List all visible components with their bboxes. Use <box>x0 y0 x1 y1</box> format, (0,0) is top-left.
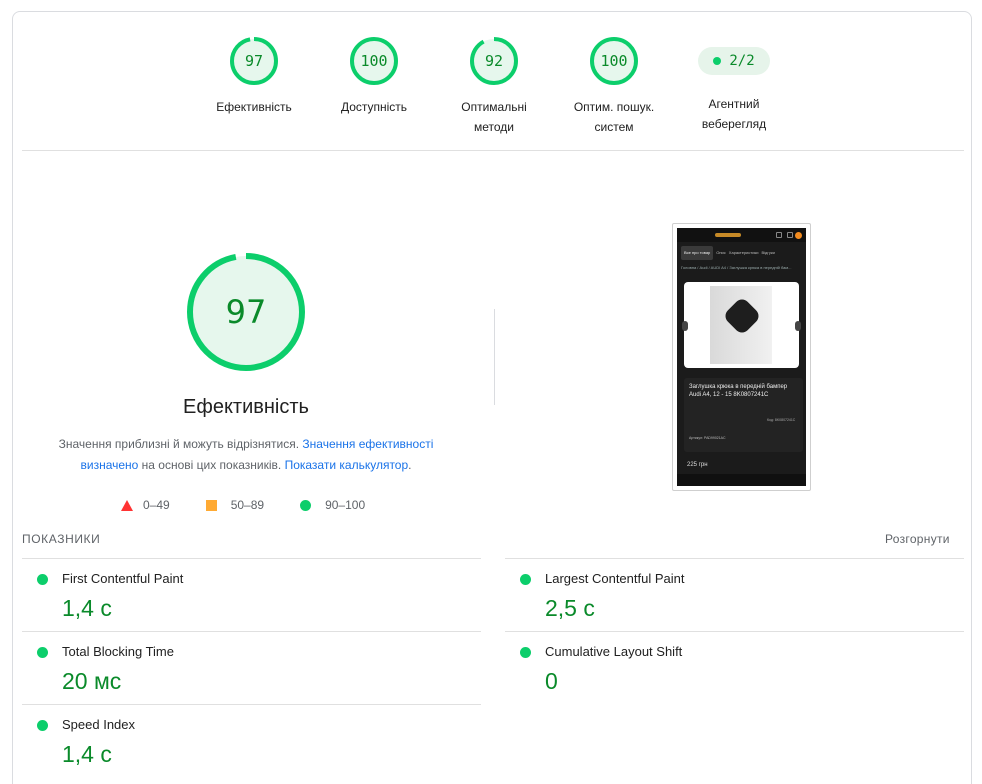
pass-circle-icon <box>37 720 48 731</box>
metric-cls: Cumulative Layout Shift 0 <box>505 631 964 704</box>
gauge-label: Агентний веберегляд <box>701 97 767 131</box>
fail-triangle-icon <box>121 499 133 511</box>
divider <box>22 150 964 151</box>
metric-value: 1,4 с <box>62 595 112 621</box>
pass-circle-icon <box>520 574 531 585</box>
performance-title: Ефективність <box>183 396 309 418</box>
arrow-left-icon <box>682 321 688 331</box>
gauge-score: 100 <box>360 52 388 70</box>
screenshot-breadcrumb: Головна / Audi / AUDI A4 / Заглушка крюк… <box>681 265 792 270</box>
gauge-score: 92 <box>484 52 504 70</box>
product-info: Заглушка крюка в передній бампер Audi A4… <box>684 378 803 452</box>
site-icon <box>776 232 782 238</box>
metric-value: 20 мс <box>62 668 122 694</box>
screenshot-bottom-nav <box>677 474 806 486</box>
gauge-label: Оптимальні методи <box>461 100 527 134</box>
gauge-seo[interactable]: 100 Оптим. пошук. систем <box>554 36 674 137</box>
site-icon <box>787 232 793 238</box>
gauge-agentic-browsing[interactable]: 2/2 Агентний веберегляд <box>674 36 794 134</box>
gauge-label: Ефективність <box>216 100 292 114</box>
metric-name: First Contentful Paint <box>62 571 184 586</box>
metric-name: Speed Index <box>62 717 136 732</box>
gauge-score: 97 <box>244 52 264 70</box>
metrics-header: ПОКАЗНИКИ <box>22 532 101 546</box>
metric-fcp: First Contentful Paint 1,4 с <box>22 558 481 631</box>
gauge-accessibility[interactable]: 100 Доступність <box>314 36 434 117</box>
performance-description: Значення приблизні й можуть відрізнятися… <box>58 437 434 472</box>
gauge-best-practices[interactable]: 92 Оптимальні методи <box>434 36 554 137</box>
metric-name: Total Blocking Time <box>62 644 174 659</box>
cart-icon <box>795 232 802 239</box>
pass-circle-icon <box>37 647 48 658</box>
report-card: 97 Ефективність 100 Доступність 92 Оптим… <box>12 11 972 784</box>
pass-circle-icon <box>300 499 312 511</box>
metric-tbt: Total Blocking Time 20 мс <box>22 631 481 704</box>
vertical-divider <box>494 309 495 405</box>
gauge-label: Доступність <box>340 100 408 114</box>
metric-name: Cumulative Layout Shift <box>545 644 683 659</box>
summary-gauges: 97 Ефективність 100 Доступність 92 Оптим… <box>13 12 973 152</box>
gauge-score: 100 <box>600 52 628 70</box>
metric-si: Speed Index 1,4 с <box>22 704 481 777</box>
average-square-icon <box>205 499 217 511</box>
pass-circle-icon <box>37 574 48 585</box>
agent-badge: 2/2 <box>698 47 770 75</box>
metric-value: 0 <box>545 668 558 694</box>
page-screenshot[interactable]: Все про товар Опис Характеристики Відгук… <box>672 223 811 491</box>
metric-lcp: Largest Contentful Paint 2,5 с <box>505 558 964 631</box>
performance-gauge: 97 <box>185 251 307 373</box>
expand-button[interactable]: Розгорнути <box>885 532 950 546</box>
pass-dot-icon <box>713 57 722 65</box>
screenshot-screen: Все про товар Опис Характеристики Відгук… <box>677 228 806 486</box>
metric-value: 2,5 с <box>545 595 595 621</box>
gauge-label: Оптим. пошук. систем <box>573 100 655 134</box>
metric-name: Largest Contentful Paint <box>545 571 685 586</box>
screenshot-tabs: Все про товар Опис Характеристики Відгук… <box>677 246 806 260</box>
performance-score: 97 <box>225 293 267 331</box>
product-price: 225 грн <box>687 462 708 468</box>
calculator-link[interactable]: Показати калькулятор <box>285 458 409 472</box>
product-image <box>682 282 801 368</box>
pass-circle-icon <box>520 647 531 658</box>
gauge-performance[interactable]: 97 Ефективність <box>194 36 314 117</box>
metric-value: 1,4 с <box>62 741 112 767</box>
score-legend: 0–49 50–89 90–100 <box>121 495 401 515</box>
site-logo-icon <box>715 233 741 237</box>
arrow-right-icon <box>795 321 801 331</box>
